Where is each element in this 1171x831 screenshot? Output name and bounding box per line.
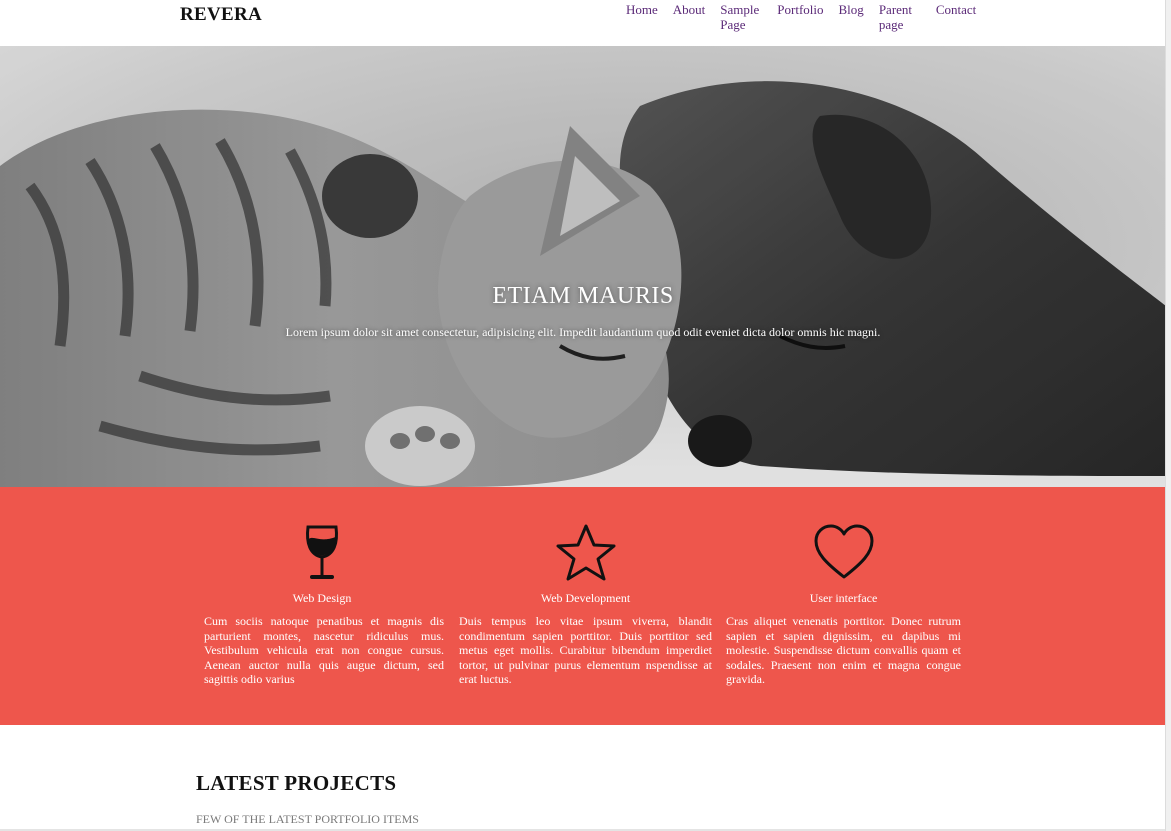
wine-glass-icon <box>197 521 447 585</box>
nav-item-about[interactable]: About <box>673 2 706 32</box>
service-title: User interface <box>809 591 878 605</box>
latest-projects-heading: LATEST PROJECTS <box>196 771 397 795</box>
site-header: REVERA Home About Sample Page Portfolio … <box>0 0 1166 46</box>
hero-banner: ETIAM MAURIS Lorem ipsum dolor sit amet … <box>0 46 1166 487</box>
page: REVERA Home About Sample Page Portfolio … <box>0 0 1166 831</box>
heart-icon <box>726 521 961 585</box>
nav-item-contact[interactable]: Contact <box>936 2 976 32</box>
hero-title: ETIAM MAURIS <box>492 283 674 309</box>
service-description: Cum sociis natoque penatibus et magnis d… <box>204 614 444 686</box>
nav-item-blog[interactable]: Blog <box>839 2 864 32</box>
service-description: Duis tempus leo vitae ipsum viverra, bla… <box>459 614 712 686</box>
latest-projects-subtitle: FEW OF THE LATEST PORTFOLIO ITEMS <box>196 812 419 826</box>
nav-item-sample-page[interactable]: Sample Page <box>720 2 762 32</box>
services-section: Web Design Cum sociis natoque penatibus … <box>0 487 1166 725</box>
hero-subtitle: Lorem ipsum dolor sit amet consectetur, … <box>285 325 881 339</box>
nav-item-portfolio[interactable]: Portfolio <box>777 2 823 32</box>
nav-item-home[interactable]: Home <box>626 2 658 32</box>
service-description: Cras aliquet venenatis porttitor. Donec … <box>726 614 961 686</box>
window-scroll-edge[interactable] <box>1165 0 1171 831</box>
hero-photo <box>0 46 1166 487</box>
main-nav: Home About Sample Page Portfolio Blog Pa… <box>626 2 976 32</box>
star-icon <box>459 521 712 585</box>
nav-item-parent-page[interactable]: Parent page <box>879 2 921 32</box>
site-logo-link[interactable]: REVERA <box>180 4 262 26</box>
service-title: Web Development <box>540 591 631 605</box>
service-title: Web Design <box>292 591 352 605</box>
